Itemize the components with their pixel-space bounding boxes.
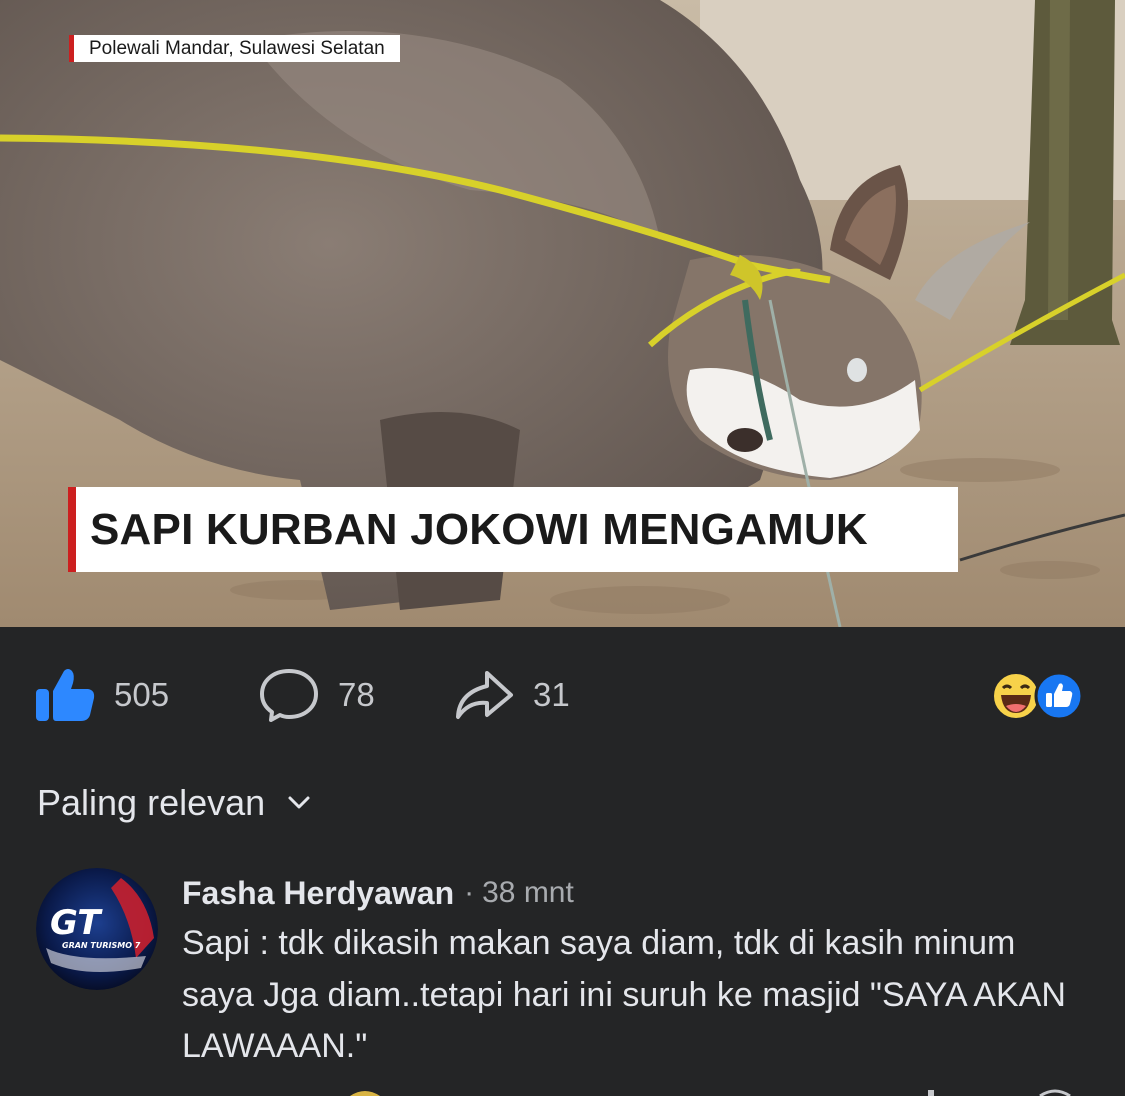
thumbs-up-icon bbox=[36, 669, 95, 721]
separator-dot: · bbox=[464, 876, 475, 909]
share-count: 31 bbox=[533, 676, 570, 713]
chevron-down-icon bbox=[288, 796, 310, 809]
comment-count: 78 bbox=[338, 676, 375, 713]
haha-reaction-icon bbox=[992, 672, 1040, 720]
share-arrow-icon bbox=[456, 671, 513, 719]
news-headline-banner: SAPI KURBAN JOKOWI MENGAMUK bbox=[68, 487, 958, 572]
video-thumbnail[interactable]: Polewali Mandar, Sulawesi Selatan SAPI K… bbox=[0, 0, 1125, 627]
next-row-partial bbox=[350, 1089, 1071, 1096]
svg-text:GT: GT bbox=[50, 903, 103, 943]
location-tag: Polewali Mandar, Sulawesi Selatan bbox=[69, 35, 400, 62]
sort-label: Paling relevan bbox=[37, 782, 266, 823]
reactions-summary[interactable] bbox=[991, 671, 1091, 721]
like-button[interactable]: 505 bbox=[34, 655, 169, 735]
comment-text: Sapi : tdk dikasih makan saya diam, tdk … bbox=[182, 924, 1066, 1065]
avatar-logo-text: GRAN TURISMO 7 bbox=[62, 941, 141, 950]
comment-sort-dropdown[interactable]: Paling relevan bbox=[37, 780, 311, 826]
avatar[interactable]: GT GRAN TURISMO 7 bbox=[36, 868, 158, 990]
like-count: 505 bbox=[114, 676, 170, 713]
share-button[interactable]: 31 bbox=[453, 655, 570, 735]
comment-time[interactable]: 38 mnt bbox=[482, 876, 574, 910]
comment-bubble-icon bbox=[260, 669, 318, 722]
comment-author[interactable]: Fasha Herdyawan bbox=[182, 875, 454, 912]
comment-header: Fasha Herdyawan · 38 mnt bbox=[182, 872, 574, 914]
like-reaction-icon bbox=[1034, 671, 1084, 721]
post-action-bar: 505 78 31 bbox=[0, 655, 1125, 735]
comment-button[interactable]: 78 bbox=[258, 655, 375, 735]
